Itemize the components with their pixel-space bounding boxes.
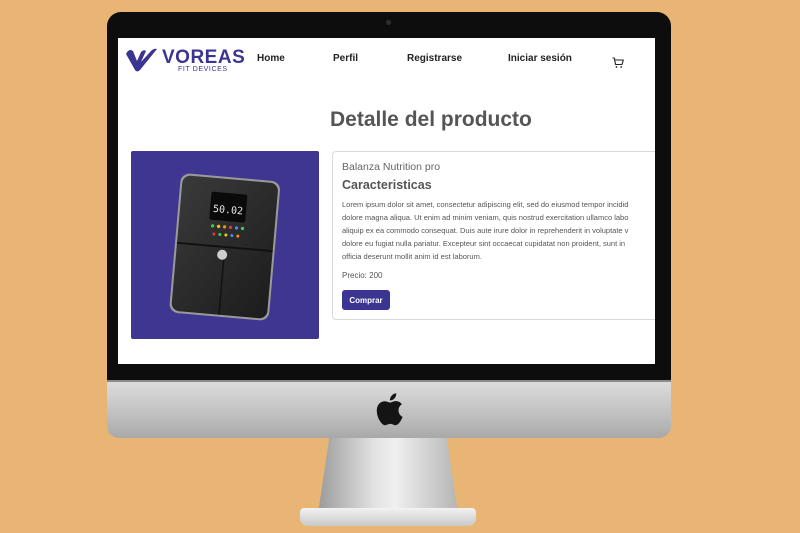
product-image: 50.02 — [131, 151, 319, 339]
product-name: Balanza Nutrition pro — [342, 161, 441, 173]
smart-scale-image: 50.02 — [169, 173, 280, 321]
monitor-stand-neck — [318, 438, 458, 514]
description-line: officia deserunt mollit anim id est labo… — [342, 252, 482, 261]
cart-icon[interactable] — [612, 54, 624, 68]
webcam-dot — [386, 20, 391, 25]
apple-logo-icon — [374, 392, 404, 426]
product-price: Precio: 200 — [342, 271, 383, 280]
nav-registrarse[interactable]: Registrarse — [407, 53, 462, 64]
browser-screen: VOREAS FIT DEVICES Home Perfil Registrar… — [118, 38, 655, 364]
description-line: dolore eu fugiat nulla pariatur. Excepte… — [342, 239, 626, 248]
product-detail-card: Balanza Nutrition pro Caracteristicas Lo… — [332, 151, 655, 320]
page-title: Detalle del producto — [330, 108, 532, 131]
nav-iniciar-sesion[interactable]: Iniciar sesión — [508, 53, 572, 64]
description-line: aliquip ex ea commodo consequat. Duis au… — [342, 226, 629, 235]
monitor-stand-base — [300, 508, 476, 526]
description-line: dolore magna aliqua. Ut enim ad minim ve… — [342, 213, 629, 222]
product-description: Lorem ipsum dolor sit amet, consectetur … — [342, 198, 655, 263]
nav-perfil[interactable]: Perfil — [333, 53, 358, 64]
features-heading: Caracteristicas — [342, 178, 432, 192]
brand-tagline: FIT DEVICES — [178, 66, 228, 73]
description-line: Lorem ipsum dolor sit amet, consectetur … — [342, 200, 629, 209]
hand-swoosh-icon — [126, 48, 157, 72]
nav-home[interactable]: Home — [257, 53, 285, 64]
buy-button[interactable]: Comprar — [342, 290, 390, 310]
site-logo[interactable]: VOREAS FIT DEVICES — [124, 45, 245, 77]
